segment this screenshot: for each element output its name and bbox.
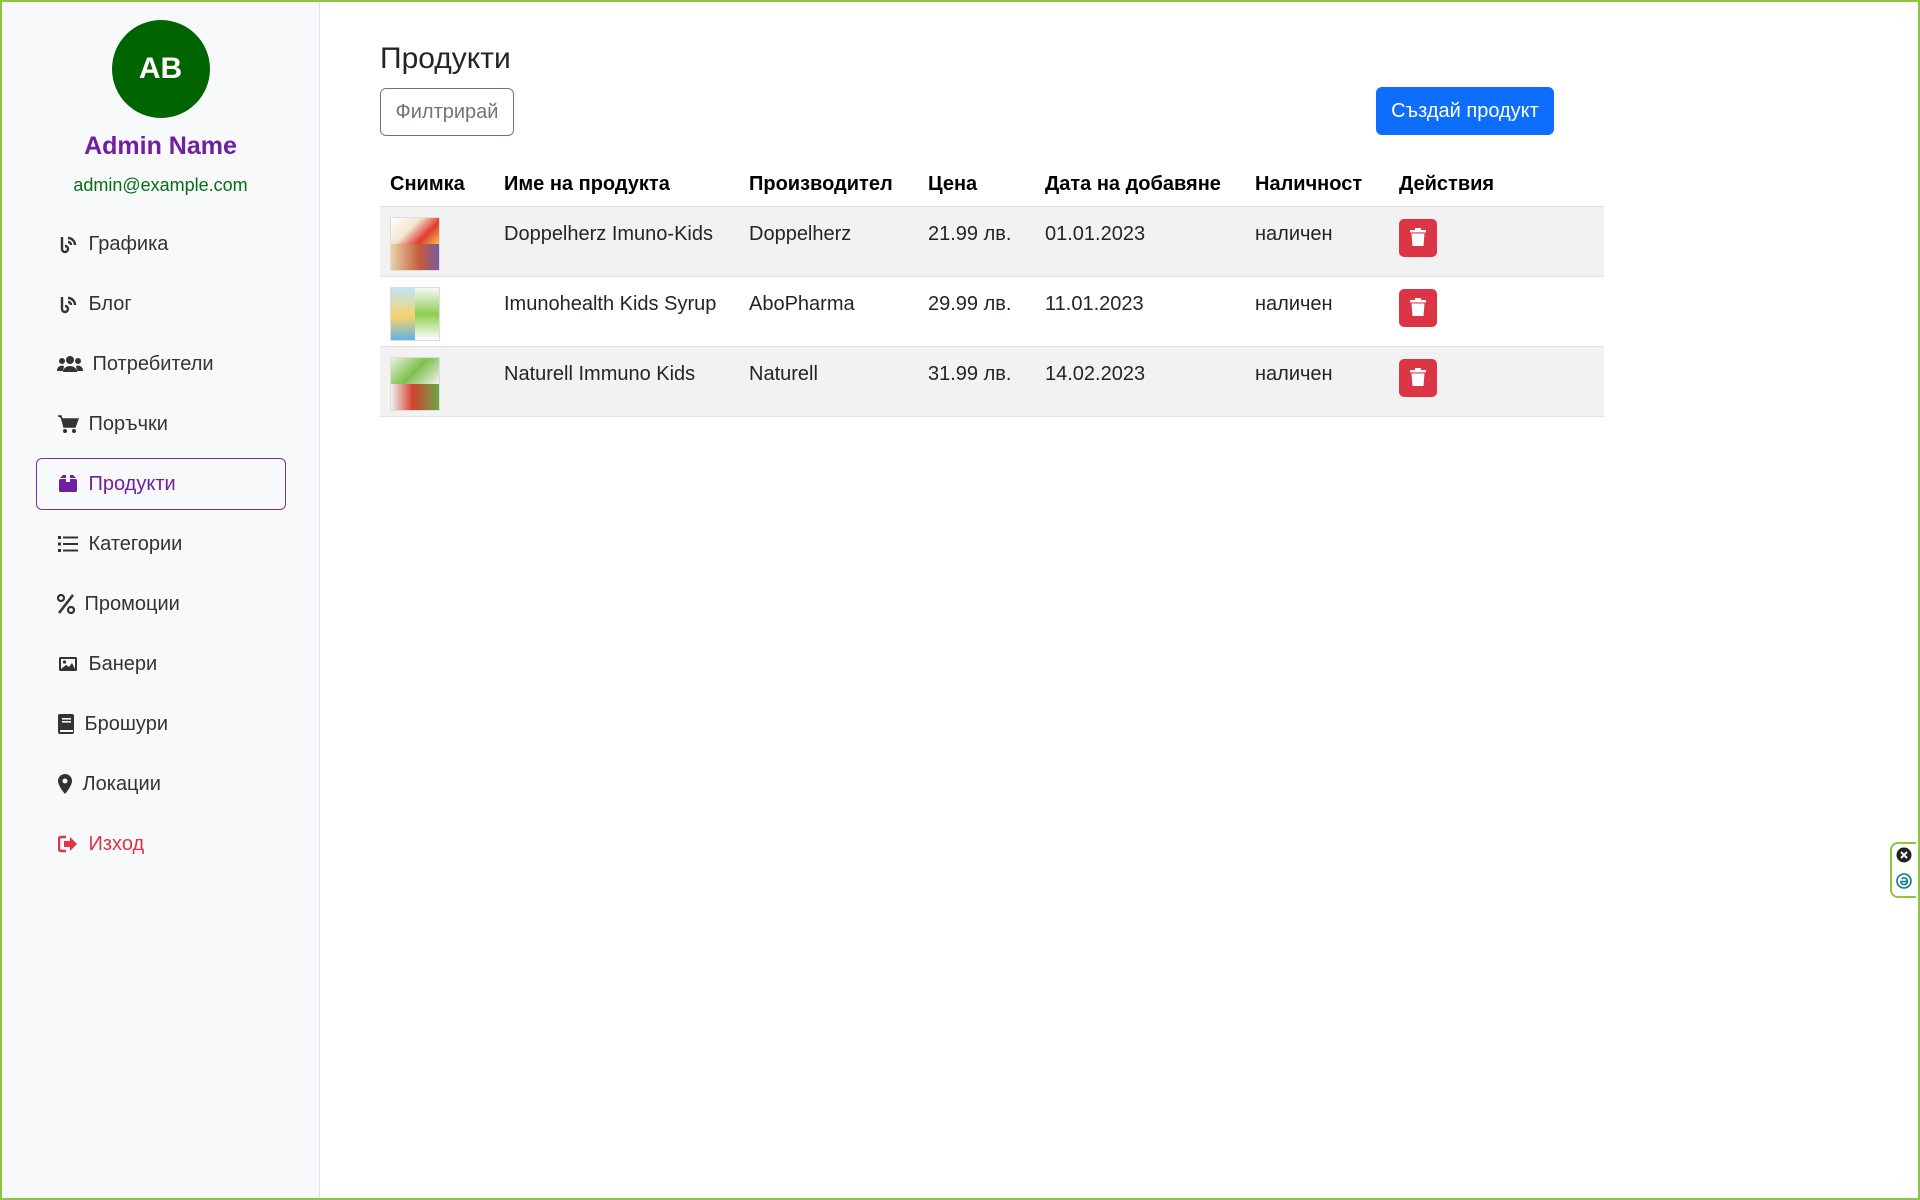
sidebar-item-banners[interactable]: Банери: [36, 638, 286, 690]
product-manufacturer: Doppelherz: [739, 206, 918, 277]
avatar: AB: [111, 20, 210, 118]
sidebar-item-locations[interactable]: Локации: [36, 758, 286, 810]
delete-button[interactable]: [1399, 289, 1437, 327]
list-icon: [57, 533, 79, 555]
product-manufacturer: AboPharma: [739, 276, 918, 347]
column-header: Име на продукта: [494, 162, 739, 207]
book-icon: [57, 713, 75, 735]
sidebar-item-label: Локации: [82, 772, 161, 795]
sidebar-item-label: Продукти: [88, 472, 176, 495]
sidebar-item-label: Брошури: [84, 712, 169, 735]
product-name: Doppelherz Imuno-Kids: [494, 206, 739, 277]
column-header: Наличност: [1245, 162, 1389, 207]
sidebar-item-logout[interactable]: Изход: [36, 818, 286, 870]
column-header: Снимка: [380, 162, 494, 207]
trash-icon: [1410, 367, 1426, 389]
sidebar-item-users[interactable]: Потребители: [36, 338, 286, 390]
sidebar-item-blog[interactable]: Блог: [36, 278, 286, 330]
create-product-button[interactable]: Създай продукт: [1376, 87, 1554, 135]
product-stock: наличен: [1245, 346, 1389, 417]
sidebar-item-label: Потребители: [92, 352, 214, 375]
admin-name: Admin Name: [84, 132, 237, 160]
column-header: Производител: [739, 162, 918, 207]
floating-widget: [1890, 842, 1916, 898]
percent-icon: [56, 593, 75, 615]
product-date: 14.02.2023: [1035, 346, 1245, 417]
sidebar-item-promotions[interactable]: Промоции: [36, 578, 286, 630]
table-row: Doppelherz Imuno-Kids Doppelherz 21.99 л…: [380, 206, 1604, 277]
close-circle-icon: [1896, 847, 1912, 868]
product-stock: наличен: [1245, 276, 1389, 347]
sidebar-item-orders[interactable]: Поръчки: [36, 398, 286, 450]
product-date: 11.01.2023: [1035, 276, 1245, 347]
blog-icon: [57, 293, 79, 315]
sidebar: AB Admin Name admin@example.com Графика …: [2, 2, 320, 1198]
cart-icon: [57, 413, 79, 435]
admin-email: admin@example.com: [73, 175, 248, 195]
close-widget-button[interactable]: [1895, 847, 1913, 868]
product-stock: наличен: [1245, 206, 1389, 277]
column-header: Цена: [918, 162, 1035, 207]
delete-button[interactable]: [1399, 219, 1437, 257]
sidebar-item-label: Промоции: [84, 592, 180, 615]
sidebar-item-label: Изход: [88, 832, 145, 855]
product-manufacturer: Naturell: [739, 346, 918, 417]
blog-icon: [57, 233, 79, 255]
product-thumbnail[interactable]: [390, 287, 440, 341]
sidebar-item-label: Банери: [88, 652, 158, 675]
delete-button[interactable]: [1399, 359, 1437, 397]
product-name: Imunohealth Kids Syrup: [494, 276, 739, 347]
sidebar-item-products[interactable]: Продукти: [35, 458, 286, 510]
product-price: 29.99 лв.: [918, 276, 1035, 347]
box-icon: [57, 473, 79, 495]
product-price: 21.99 лв.: [918, 206, 1035, 277]
users-icon: [56, 353, 83, 375]
sidebar-nav: Графика Блог Потребители Поръчки Продукт…: [35, 218, 286, 878]
app-window: AB Admin Name admin@example.com Графика …: [0, 0, 1920, 1200]
main-content: Продукти Филтрирай Създай продукт Снимка…: [320, 2, 1918, 1198]
sidebar-item-label: Категории: [88, 532, 183, 555]
product-thumbnail[interactable]: [390, 357, 440, 411]
product-thumbnail[interactable]: [390, 217, 440, 271]
sidebar-item-label: Поръчки: [88, 412, 168, 435]
trash-icon: [1410, 297, 1426, 319]
column-header: Дата на добавяне: [1035, 162, 1245, 207]
sign-out-icon: [57, 833, 79, 855]
table-row: Imunohealth Kids Syrup AboPharma 29.99 л…: [380, 276, 1604, 347]
sidebar-item-categories[interactable]: Категории: [36, 518, 286, 570]
sidebar-item-label: Блог: [88, 292, 132, 315]
product-name: Naturell Immuno Kids: [494, 346, 739, 417]
extension-e-icon: [1896, 872, 1912, 894]
sidebar-item-brochures[interactable]: Брошури: [36, 698, 286, 750]
table-header-row: Снимка Име на продукта Производител Цена…: [380, 162, 1604, 207]
page-title: Продукти: [380, 42, 511, 76]
column-header: Действия: [1389, 162, 1604, 207]
trash-icon: [1410, 227, 1426, 249]
product-price: 31.99 лв.: [918, 346, 1035, 417]
table-row: Naturell Immuno Kids Naturell 31.99 лв. …: [380, 346, 1604, 417]
location-pin-icon: [57, 773, 73, 795]
products-table: Снимка Име на продукта Производител Цена…: [380, 162, 1604, 417]
sidebar-item-graphics[interactable]: Графика: [36, 218, 286, 270]
product-date: 01.01.2023: [1035, 206, 1245, 277]
extension-button[interactable]: [1895, 872, 1913, 894]
image-icon: [57, 653, 79, 675]
sidebar-item-label: Графика: [88, 232, 169, 255]
filter-button[interactable]: Филтрирай: [380, 88, 514, 136]
